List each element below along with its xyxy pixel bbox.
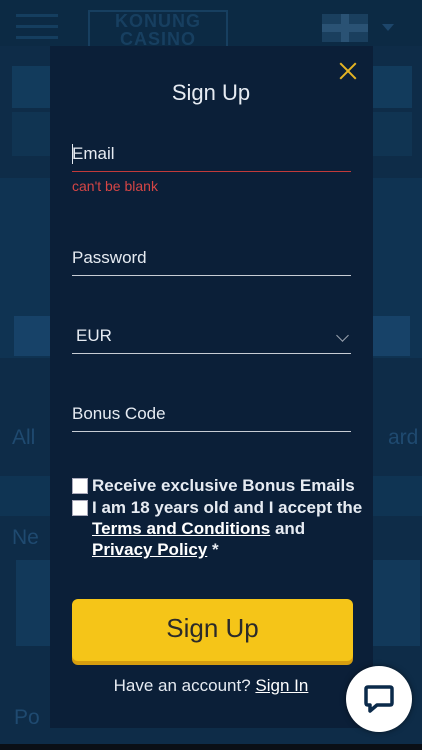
required-mark: * — [212, 540, 219, 559]
chevron-down-icon — [336, 329, 349, 342]
background-section-new: Ne — [12, 526, 39, 549]
close-icon[interactable] — [337, 60, 359, 82]
terms-links: Terms and Conditions and Privacy Policy … — [92, 518, 305, 560]
terms-link[interactable]: Terms and Conditions — [92, 519, 270, 538]
background-section-popular: Po — [14, 706, 40, 729]
background-category-all: All — [12, 426, 36, 449]
hamburger-menu-icon[interactable] — [16, 14, 58, 47]
casino-logo: KONUNG CASINO — [88, 10, 228, 48]
bonus-emails-label: Receive exclusive Bonus Emails — [92, 476, 355, 495]
privacy-link[interactable]: Privacy Policy — [92, 540, 207, 559]
language-chevron-down-icon[interactable] — [382, 24, 394, 31]
account-prompt: Have an account? — [113, 676, 251, 695]
bonus-code-field[interactable]: Bonus Code — [72, 398, 351, 432]
chat-bubble-icon[interactable] — [346, 666, 412, 732]
password-field[interactable]: Password — [72, 242, 351, 276]
password-underline — [72, 275, 351, 276]
signup-button[interactable]: Sign Up — [72, 599, 353, 661]
currency-select[interactable]: EUR — [72, 320, 351, 354]
age-terms-checkbox[interactable] — [72, 500, 88, 516]
signin-link[interactable]: Sign In — [255, 676, 308, 695]
email-underline — [72, 171, 351, 172]
bonus-emails-checkbox[interactable] — [72, 478, 88, 494]
age-terms-label: I am 18 years old and I accept the — [92, 498, 363, 517]
bottom-bar — [0, 744, 422, 750]
email-error: can't be blank — [72, 178, 158, 194]
currency-selected: EUR — [76, 326, 112, 345]
bonus-code-placeholder: Bonus Code — [72, 404, 166, 423]
and-text: and — [274, 519, 306, 538]
email-field[interactable]: Email — [72, 138, 351, 172]
uk-flag-icon[interactable] — [322, 14, 368, 42]
currency-underline — [72, 353, 351, 354]
email-placeholder: Email — [72, 144, 115, 163]
password-placeholder: Password — [72, 248, 147, 267]
background-category-card: ard — [388, 426, 419, 449]
bonus-code-underline — [72, 431, 351, 432]
modal-title: Sign Up — [171, 80, 251, 105]
